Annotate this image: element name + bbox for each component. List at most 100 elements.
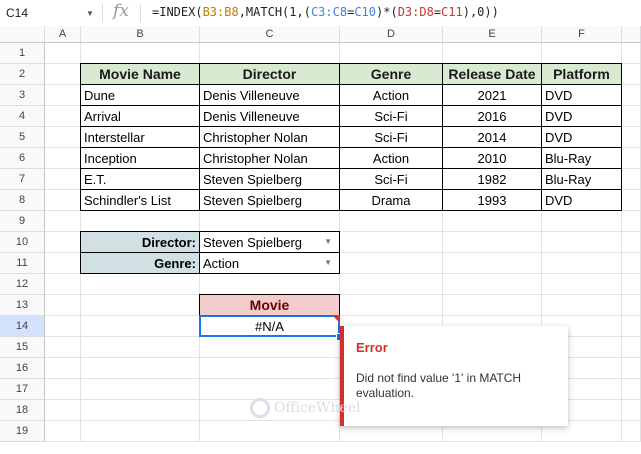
grid-cell[interactable] [45,85,81,106]
table-header-cell[interactable]: Movie Name [80,63,200,85]
grid-cell[interactable] [81,358,200,379]
grid-cell[interactable] [45,43,81,64]
grid-cell[interactable] [45,190,81,211]
table-cell[interactable]: E.T. [80,168,200,190]
grid-cell[interactable] [81,274,200,295]
grid-cell[interactable] [340,43,443,64]
grid-cell[interactable] [45,64,81,85]
column-header-a[interactable]: A [45,26,81,43]
table-cell[interactable]: 1982 [442,168,542,190]
row-header-12[interactable]: 12 [0,274,45,295]
table-cell[interactable]: Arrival [80,105,200,127]
row-header-8[interactable]: 8 [0,190,45,211]
table-header-cell[interactable]: Release Date [442,63,542,85]
row-header-4[interactable]: 4 [0,106,45,127]
grid-cell[interactable] [45,148,81,169]
grid-cell[interactable] [340,295,443,316]
grid-cell[interactable] [542,211,622,232]
table-cell[interactable]: DVD [541,84,622,106]
column-header-c[interactable]: C [200,26,340,43]
grid-cell[interactable] [45,127,81,148]
grid-cell[interactable] [45,295,81,316]
grid-cell[interactable] [45,421,81,442]
row-header-3[interactable]: 3 [0,85,45,106]
row-header-2[interactable]: 2 [0,64,45,85]
table-cell[interactable]: DVD [541,189,622,211]
grid-cell[interactable] [443,43,542,64]
table-cell[interactable]: Drama [339,189,443,211]
row-header-11[interactable]: 11 [0,253,45,274]
grid-cell[interactable] [443,211,542,232]
grid-cell[interactable] [340,211,443,232]
column-header-f[interactable]: F [542,26,622,43]
grid-cell[interactable] [542,43,622,64]
grid-cell[interactable] [45,358,81,379]
grid-cell[interactable] [81,316,200,337]
grid-cell[interactable] [340,253,443,274]
grid-cell[interactable] [81,295,200,316]
row-header-6[interactable]: 6 [0,148,45,169]
table-cell[interactable]: Schindler's List [80,189,200,211]
table-cell[interactable]: DVD [541,105,622,127]
grid-cell[interactable] [542,274,622,295]
grid-cell[interactable] [45,274,81,295]
table-cell[interactable]: Action [339,147,443,169]
grid-cell[interactable] [200,421,340,442]
table-cell[interactable]: Christopher Nolan [199,126,340,148]
grid-cell[interactable] [200,379,340,400]
column-header-e[interactable]: E [443,26,542,43]
grid-cell[interactable] [81,211,200,232]
formula-input[interactable]: =INDEX(B3:B8,MATCH(1,(C3:C8=C10)*(D3:D8=… [152,5,499,19]
grid-cell[interactable] [200,211,340,232]
grid-cell[interactable] [81,421,200,442]
table-cell[interactable]: Steven Spielberg [199,189,340,211]
grid-cell[interactable] [200,274,340,295]
select-all-corner[interactable] [0,26,45,43]
table-header-cell[interactable]: Platform [541,63,622,85]
table-cell[interactable]: Interstellar [80,126,200,148]
table-header-cell[interactable]: Genre [339,63,443,85]
table-cell[interactable]: Dune [80,84,200,106]
grid-cell[interactable] [443,232,542,253]
table-cell[interactable]: 2016 [442,105,542,127]
grid-cell[interactable] [340,274,443,295]
grid-cell[interactable] [81,43,200,64]
table-cell[interactable]: Sci-Fi [339,105,443,127]
grid-cell[interactable] [443,295,542,316]
director-dropdown[interactable]: Steven Spielberg [199,231,340,253]
table-cell[interactable]: Inception [80,147,200,169]
genre-dropdown[interactable]: Action [199,252,340,274]
grid-cell[interactable] [200,337,340,358]
row-header-10[interactable]: 10 [0,232,45,253]
table-cell[interactable]: Blu-Ray [541,168,622,190]
grid-cell[interactable] [45,379,81,400]
row-header-5[interactable]: 5 [0,127,45,148]
table-cell[interactable]: 1993 [442,189,542,211]
grid-cell[interactable] [45,253,81,274]
grid-cell[interactable] [443,274,542,295]
grid-cell[interactable] [81,379,200,400]
grid-cell[interactable] [81,400,200,421]
grid-cell[interactable] [200,43,340,64]
grid-cell[interactable] [443,253,542,274]
table-cell[interactable]: Sci-Fi [339,126,443,148]
row-header-1[interactable]: 1 [0,43,45,64]
name-box[interactable]: C14 [0,0,92,26]
row-header-13[interactable]: 13 [0,295,45,316]
row-header-18[interactable]: 18 [0,400,45,421]
row-header-17[interactable]: 17 [0,379,45,400]
grid-cell[interactable] [45,400,81,421]
table-cell[interactable]: Christopher Nolan [199,147,340,169]
grid-cell[interactable] [45,232,81,253]
grid-cell[interactable] [340,232,443,253]
row-header-15[interactable]: 15 [0,337,45,358]
table-cell[interactable]: 2010 [442,147,542,169]
table-cell[interactable]: DVD [541,126,622,148]
table-cell[interactable]: 2014 [442,126,542,148]
grid-cell[interactable] [45,337,81,358]
table-cell[interactable]: Sci-Fi [339,168,443,190]
table-cell[interactable]: Blu-Ray [541,147,622,169]
grid-cell[interactable] [45,316,81,337]
grid-cell[interactable] [45,211,81,232]
name-box-dropdown-icon[interactable]: ▼ [86,9,94,18]
